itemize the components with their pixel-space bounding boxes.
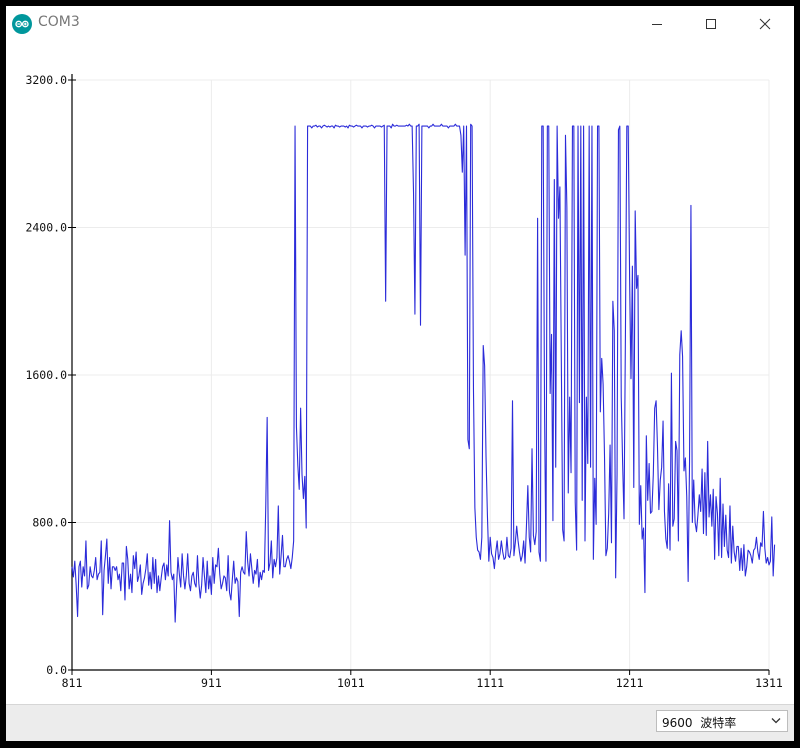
baud-rate-select[interactable]: 9600 波特率 — [656, 710, 788, 732]
maximize-icon — [706, 19, 716, 29]
tick-labels: 0.0 800.0 1600.0 2400.0 3200.0 811 911 1011 1111… — [25, 73, 782, 690]
close-button[interactable] — [742, 6, 788, 42]
minimize-button[interactable] — [634, 6, 680, 42]
x-tick-label: 1311 — [755, 676, 783, 690]
x-tick-label: 811 — [62, 676, 83, 690]
x-tick-label: 1011 — [337, 676, 365, 690]
y-tick-label: 0.0 — [46, 663, 67, 677]
x-tick-label: 1111 — [476, 676, 504, 690]
status-bar: 9600 波特率 — [6, 704, 794, 741]
y-tick-label: 3200.0 — [25, 73, 67, 87]
x-tick-label: 911 — [201, 676, 222, 690]
title-bar[interactable]: COM3 — [6, 6, 794, 42]
series-layer — [71, 123, 776, 623]
y-tick-label: 2400.0 — [25, 221, 67, 235]
serial-plotter-window: COM3 0.0 800.0 1600.0 2400.0 3200.0 811 911 101… — [6, 6, 794, 741]
baud-rate-number: 9600 — [662, 716, 693, 730]
y-tick-label: 800.0 — [32, 516, 67, 530]
baud-rate-unit: 波特率 — [700, 716, 737, 730]
series-line-1 — [71, 123, 776, 623]
maximize-button[interactable] — [688, 6, 734, 42]
minimize-icon — [652, 24, 662, 25]
y-tick-label: 1600.0 — [25, 368, 67, 382]
close-icon — [759, 18, 771, 30]
window-title: COM3 — [38, 14, 80, 30]
serial-plot-chart: 0.0 800.0 1600.0 2400.0 3200.0 811 911 1011 1111… — [25, 73, 782, 690]
x-tick-label: 1211 — [616, 676, 644, 690]
arduino-logo-icon — [12, 14, 32, 34]
baud-rate-value: 9600 波特率 — [662, 714, 736, 731]
chevron-down-icon — [771, 718, 781, 724]
